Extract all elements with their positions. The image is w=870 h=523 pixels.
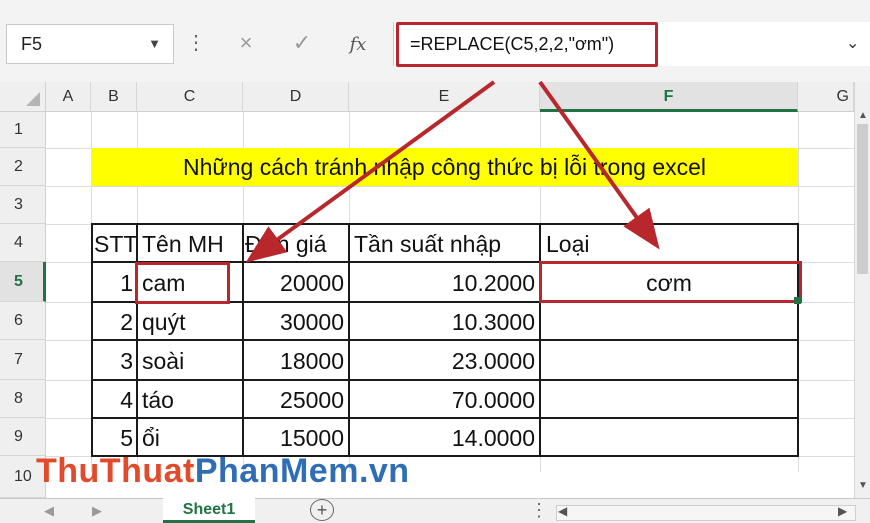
watermark-part1: ThuThuat — [36, 452, 195, 490]
previous-sheet-icon[interactable]: ◀ — [44, 503, 54, 519]
horizontal-scrollbar[interactable] — [556, 505, 856, 521]
scroll-left-icon[interactable]: ◀ — [558, 504, 567, 518]
next-sheet-icon[interactable]: ▶ — [92, 503, 102, 519]
watermark-part3: .vn — [358, 452, 410, 490]
arrow-to-source-cell — [245, 80, 496, 263]
vertical-scroll-thumb[interactable] — [857, 124, 868, 274]
scroll-right-icon[interactable]: ▶ — [838, 504, 847, 518]
annotation-arrows — [245, 80, 660, 263]
scroll-down-icon[interactable]: ▼ — [856, 480, 870, 491]
tab-splitter-icon[interactable]: ⋮ — [530, 500, 548, 521]
scroll-up-icon[interactable]: ▲ — [856, 110, 870, 121]
watermark-part2: PhanMem — [194, 452, 359, 490]
sheet-tab-sheet1[interactable]: Sheet1 — [163, 498, 255, 523]
add-sheet-icon[interactable]: + — [310, 499, 334, 521]
watermark: ThuThuatPhanMem.vn — [36, 452, 410, 491]
arrow-to-result-cell — [538, 80, 660, 250]
